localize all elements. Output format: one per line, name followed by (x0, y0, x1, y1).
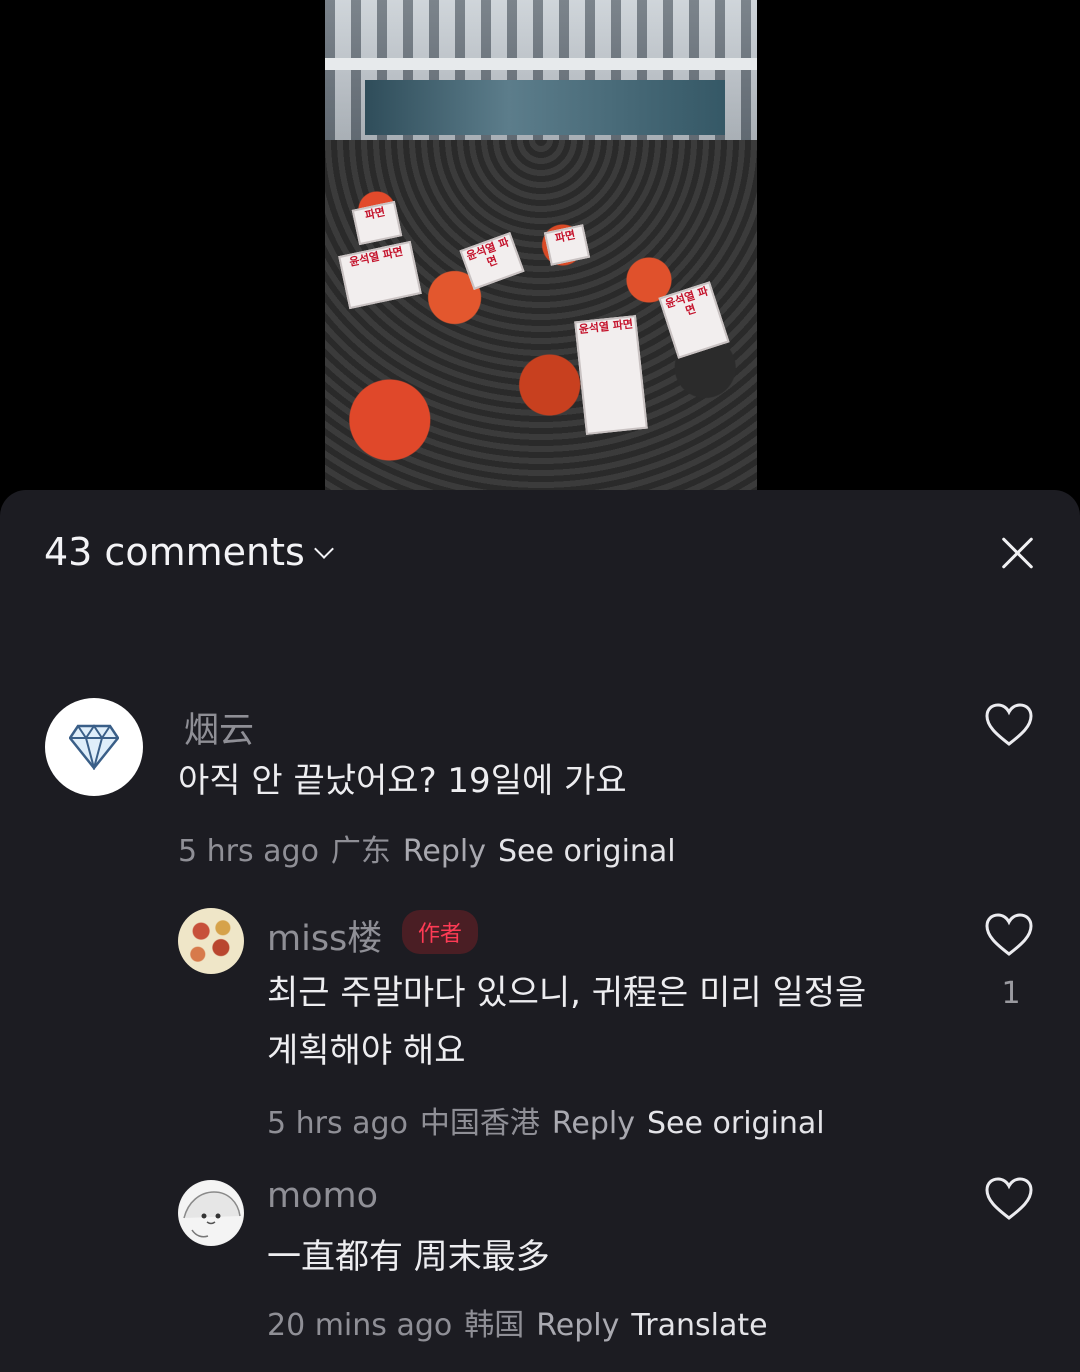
avatar[interactable] (45, 698, 143, 796)
avatar[interactable] (178, 1180, 244, 1246)
close-button[interactable] (992, 528, 1042, 578)
comment-text-line: 최근 주말마다 있으니, 귀程은 미리 일정을 (267, 973, 867, 1013)
video-area[interactable]: 윤석열 파면 윤석열 파면 윤석열 파면 윤석열 파면 파면 파면 (0, 0, 1080, 500)
comment-text: 아직 안 끝났어요? 19일에 가요 (178, 761, 627, 801)
comment-meta: 5 hrs ago 广东 Reply See original (178, 826, 676, 870)
heart-icon[interactable] (984, 912, 1034, 958)
comments-count-label: 43 comments (44, 530, 305, 574)
comment-username[interactable]: 烟云 (184, 702, 254, 753)
author-badge: 作者 (402, 910, 479, 954)
reply-button[interactable]: Reply (536, 1308, 619, 1343)
comment-meta: 5 hrs ago 中国香港 Reply See original (267, 1098, 825, 1142)
see-original-button[interactable]: See original (647, 1106, 825, 1141)
comment-username[interactable]: miss楼 (267, 910, 382, 961)
comments-sheet: 43 comments 烟云 아직 안 끝났어요? 19일에 가요 5 hrs … (0, 490, 1080, 1372)
comment-text: 一直都有 周末最多 (267, 1237, 550, 1277)
video-thumbnail[interactable]: 윤석열 파면 윤석열 파면 윤석열 파면 윤석열 파면 파면 파면 (325, 0, 757, 490)
comment-text: 최근 주말마다 있으니, 귀程은 미리 일정을 계획해야 해요 (267, 964, 866, 1080)
see-original-button[interactable]: See original (498, 834, 676, 869)
reply-button[interactable]: Reply (403, 834, 486, 869)
protest-placard: 윤석열 파면 (574, 315, 648, 435)
comment-time: 5 hrs ago (178, 834, 319, 869)
avatar[interactable] (178, 908, 244, 974)
cartoon-face-icon (179, 1181, 243, 1245)
chevron-down-icon (313, 539, 334, 559)
heart-icon[interactable] (984, 1176, 1034, 1222)
comment-location: 广东 (330, 834, 391, 869)
diamond-icon (69, 724, 119, 770)
comment-text-line: 계획해야 해요 (267, 1031, 466, 1071)
heart-icon[interactable] (984, 702, 1034, 748)
comment-location: 中国香港 (419, 1106, 540, 1141)
video-background-building (325, 0, 757, 140)
translate-button[interactable]: Translate (631, 1308, 767, 1343)
comment-meta: 20 mins ago 韩国 Reply Translate (267, 1300, 768, 1344)
reply-button[interactable]: Reply (552, 1106, 635, 1141)
comment-time: 5 hrs ago (267, 1106, 408, 1141)
like-count: 1 (1001, 976, 1021, 1011)
comment-location: 韩国 (464, 1308, 525, 1343)
comment-time: 20 mins ago (267, 1308, 453, 1343)
comments-count-dropdown[interactable]: 43 comments (44, 530, 334, 574)
comment-username[interactable]: momo (267, 1176, 378, 1216)
